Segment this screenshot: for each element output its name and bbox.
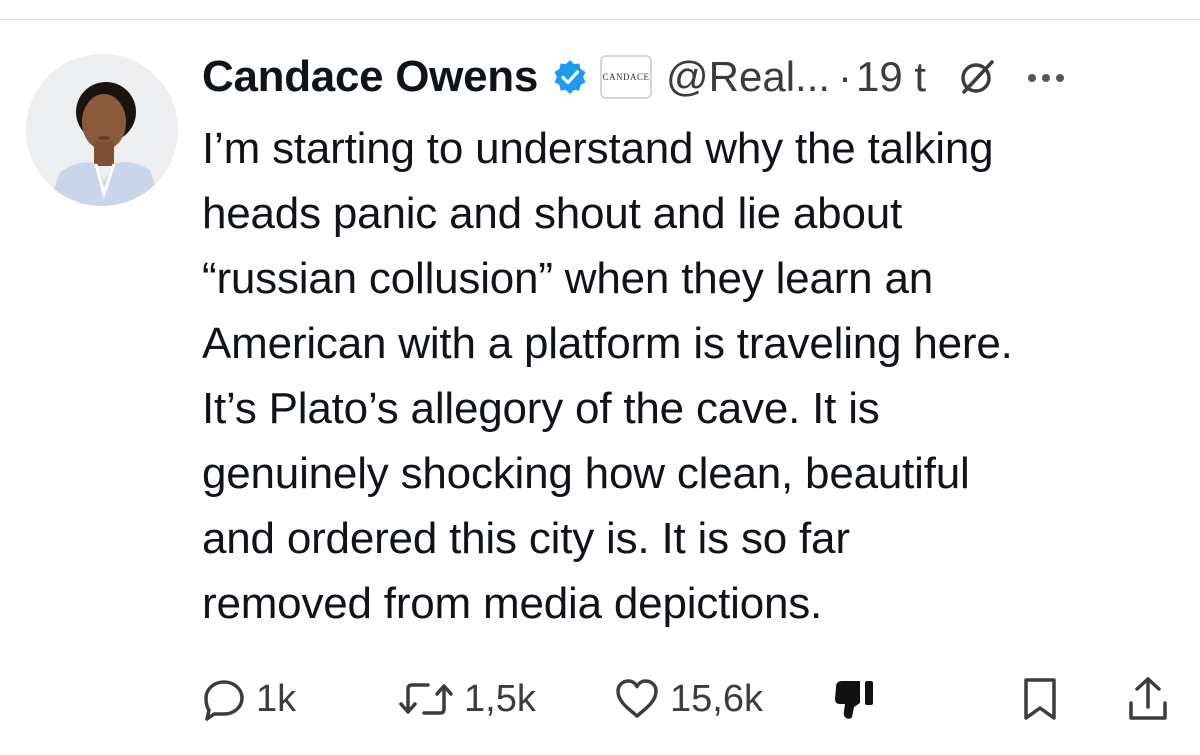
separator-dot: · — [838, 53, 853, 100]
tweet-time[interactable]: 19 t — [856, 53, 926, 101]
repost-button[interactable]: 1,5k — [398, 664, 536, 734]
heart-icon — [614, 677, 660, 721]
more-icon[interactable] — [1026, 71, 1066, 83]
top-divider — [0, 19, 1200, 20]
reply-count: 1k — [256, 677, 297, 720]
author-handle[interactable]: @Real... — [666, 53, 830, 101]
repost-icon — [398, 677, 454, 721]
thumbs-down-icon — [832, 677, 882, 721]
share-button[interactable] — [1126, 664, 1170, 734]
tweet-page: Candace Owens CANDACE @Real... · 19 t I’… — [0, 0, 1200, 755]
dislike-button[interactable] — [832, 664, 882, 734]
reply-icon — [202, 677, 246, 721]
tweet-text: I’m starting to understand why the talki… — [202, 124, 1013, 628]
bookmark-button[interactable] — [1020, 664, 1060, 734]
share-icon — [1126, 675, 1170, 723]
repost-count: 1,5k — [464, 677, 536, 720]
like-count: 15,6k — [670, 677, 763, 720]
author-name[interactable]: Candace Owens — [202, 52, 538, 102]
bookmark-icon — [1020, 675, 1060, 723]
action-bar: 1k 1,5k 15,6k — [202, 664, 1182, 734]
tweet-header: Candace Owens CANDACE @Real... · 19 t — [202, 46, 1066, 108]
avatar[interactable] — [26, 54, 178, 206]
affiliate-badge[interactable]: CANDACE — [600, 55, 653, 99]
reply-button[interactable]: 1k — [202, 664, 296, 734]
like-button[interactable]: 15,6k — [614, 664, 763, 734]
grok-icon[interactable] — [956, 57, 996, 97]
verified-badge-icon — [552, 59, 588, 95]
